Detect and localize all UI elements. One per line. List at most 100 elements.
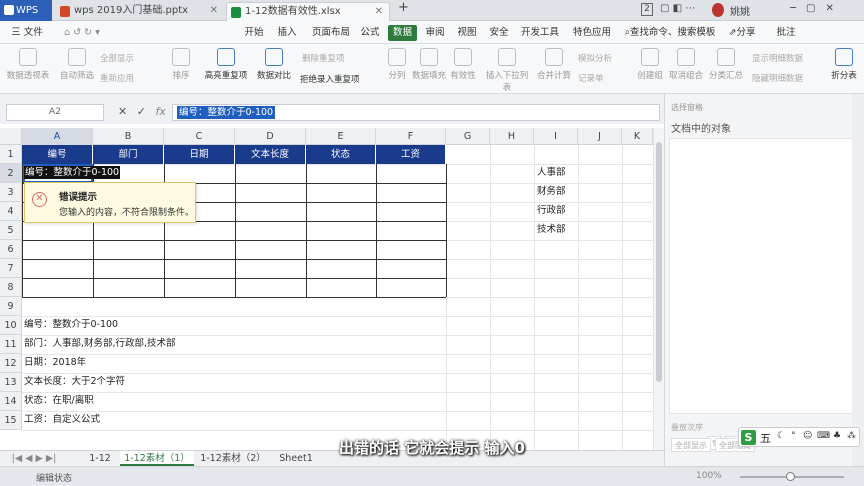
spreadsheet-grid[interactable]: A B C D E F G H I J K 1 2 3 4 5 6 7 8 9 …: [0, 124, 664, 450]
table-header-dept[interactable]: 部门: [93, 145, 164, 164]
cell-a10[interactable]: 编号：整数介于0-100: [24, 316, 118, 334]
column-header-h[interactable]: H: [490, 128, 534, 145]
row-header[interactable]: 14: [0, 392, 22, 411]
cell-a12[interactable]: 日期：2018年: [24, 354, 86, 372]
zoom-level[interactable]: 100%: [696, 471, 722, 481]
reapply-button[interactable]: 重新应用: [100, 72, 134, 84]
table-header-date[interactable]: 日期: [164, 145, 235, 164]
row-header[interactable]: 1: [0, 145, 22, 164]
cell-a13[interactable]: 文本长度：大于2个字符: [24, 373, 125, 391]
table-header-id[interactable]: 编号: [22, 145, 93, 164]
column-header-f[interactable]: F: [376, 128, 446, 145]
column-header-g[interactable]: G: [446, 128, 490, 145]
cancel-icon[interactable]: ✕: [118, 105, 127, 118]
command-search[interactable]: ⌕查找命令、搜索模板: [624, 25, 716, 41]
new-tab-button[interactable]: +: [398, 0, 409, 15]
row-header[interactable]: 15: [0, 411, 22, 430]
row-header[interactable]: 5: [0, 221, 22, 240]
row-header[interactable]: 11: [0, 335, 22, 354]
close-tab-icon[interactable]: ✕: [375, 3, 383, 21]
vertical-scrollbar[interactable]: [653, 128, 664, 450]
cell-a14[interactable]: 状态：在职/离职: [24, 392, 94, 410]
pivot-table-button[interactable]: 数据透视表: [4, 48, 52, 81]
row-header[interactable]: 13: [0, 373, 22, 392]
confirm-icon[interactable]: ✓: [137, 105, 146, 118]
quick-access-toolbar[interactable]: ⌂ ↺ ↻ ▾: [52, 25, 112, 41]
menu-data[interactable]: 数据: [388, 25, 418, 41]
data-fill-button[interactable]: 数据填充: [412, 48, 446, 81]
data-compare-button[interactable]: 数据对比: [254, 48, 294, 81]
menu-file[interactable]: 三 文件: [8, 25, 46, 41]
cell-i5[interactable]: 技术部: [537, 221, 566, 239]
text-to-columns-button[interactable]: 分列: [384, 48, 410, 81]
column-header-c[interactable]: C: [164, 128, 235, 145]
column-header-d[interactable]: D: [235, 128, 306, 145]
validation-button[interactable]: 有效性: [448, 48, 478, 81]
menu-insert[interactable]: 插入: [273, 25, 301, 41]
cell-i2[interactable]: 人事部: [537, 164, 566, 182]
pane-scrollbar[interactable]: [852, 94, 864, 466]
show-detail-button[interactable]: 显示明细数据: [752, 52, 803, 64]
column-header-j[interactable]: J: [578, 128, 622, 145]
insert-dropdown-button[interactable]: 插入下拉列表: [482, 48, 532, 93]
menu-start[interactable]: 开始: [240, 25, 268, 41]
row-header[interactable]: 10: [0, 316, 22, 335]
remove-duplicates-button[interactable]: 删除重复项: [302, 52, 345, 64]
cell-i3[interactable]: 财务部: [537, 183, 566, 201]
show-all-button[interactable]: 全部显示: [100, 52, 134, 64]
create-group-button[interactable]: 创建组: [636, 48, 664, 81]
row-header[interactable]: 7: [0, 259, 22, 278]
menu-view[interactable]: 视图: [454, 25, 480, 41]
tab-xlsx[interactable]: 1-12数据有效性.xlsx ✕: [226, 2, 390, 21]
what-if-button[interactable]: 模拟分析: [578, 52, 612, 64]
column-header-a[interactable]: A: [22, 128, 93, 145]
window-icons[interactable]: ▢ ◧ ⋯: [660, 3, 695, 14]
wps-home-button[interactable]: WPS: [0, 0, 52, 21]
formula-input[interactable]: 编号：整数介于0-100: [172, 104, 660, 121]
menu-formula[interactable]: 公式: [357, 25, 383, 41]
row-header[interactable]: 12: [0, 354, 22, 373]
menu-developer[interactable]: 开发工具: [518, 25, 562, 41]
fx-icon[interactable]: fx: [155, 105, 165, 118]
auto-filter-button[interactable]: 自动筛选: [58, 48, 96, 81]
page-badge[interactable]: 2: [641, 3, 653, 16]
close-tab-icon[interactable]: ✕: [210, 2, 218, 20]
row-header[interactable]: 8: [0, 278, 22, 297]
table-header-status[interactable]: 状态: [306, 145, 376, 164]
column-header-b[interactable]: B: [93, 128, 164, 145]
row-header[interactable]: 3: [0, 183, 22, 202]
menu-security[interactable]: 安全: [486, 25, 512, 41]
row-header[interactable]: 9: [0, 297, 22, 316]
column-header-k[interactable]: K: [622, 128, 653, 145]
reject-duplicates-button[interactable]: 拒绝录入重复项: [300, 73, 360, 85]
table-header-salary[interactable]: 工资: [376, 145, 446, 164]
table-header-text-length[interactable]: 文本长度: [235, 145, 306, 164]
window-controls[interactable]: ─▢✕: [790, 3, 844, 14]
zoom-slider-knob[interactable]: [786, 472, 795, 481]
split-table-button[interactable]: 折分表: [826, 48, 862, 81]
highlight-duplicates-button[interactable]: 高亮重复项: [200, 48, 252, 81]
cell-i4[interactable]: 行政部: [537, 202, 566, 220]
consolidate-button[interactable]: 合并计算: [534, 48, 574, 81]
tab-pptx[interactable]: wps 2019入门基础.pptx ✕: [56, 2, 224, 21]
sort-button[interactable]: 排序: [168, 48, 194, 81]
annotate-button[interactable]: 批注: [768, 25, 804, 41]
cell-a11[interactable]: 部门：人事部,财务部,行政部,技术部: [24, 335, 176, 353]
row-header[interactable]: 4: [0, 202, 22, 221]
subtotal-button[interactable]: 分类汇总: [706, 48, 746, 81]
cell-a15[interactable]: 工资：自定义公式: [24, 411, 100, 429]
user-name[interactable]: 姚姚: [730, 3, 750, 18]
menu-special[interactable]: 特色应用: [570, 25, 614, 41]
objects-list[interactable]: [669, 138, 855, 414]
hide-detail-button[interactable]: 隐藏明细数据: [752, 72, 803, 84]
name-box[interactable]: A2: [6, 104, 104, 121]
menu-page-layout[interactable]: 页面布局: [307, 25, 355, 41]
avatar[interactable]: [712, 3, 724, 17]
select-all-corner[interactable]: [0, 128, 22, 145]
column-header-e[interactable]: E: [306, 128, 376, 145]
share-button[interactable]: ⇗分享: [724, 25, 760, 41]
scroll-thumb[interactable]: [656, 142, 662, 382]
column-header-i[interactable]: I: [534, 128, 578, 145]
row-header[interactable]: 6: [0, 240, 22, 259]
menu-review[interactable]: 审阅: [422, 25, 448, 41]
